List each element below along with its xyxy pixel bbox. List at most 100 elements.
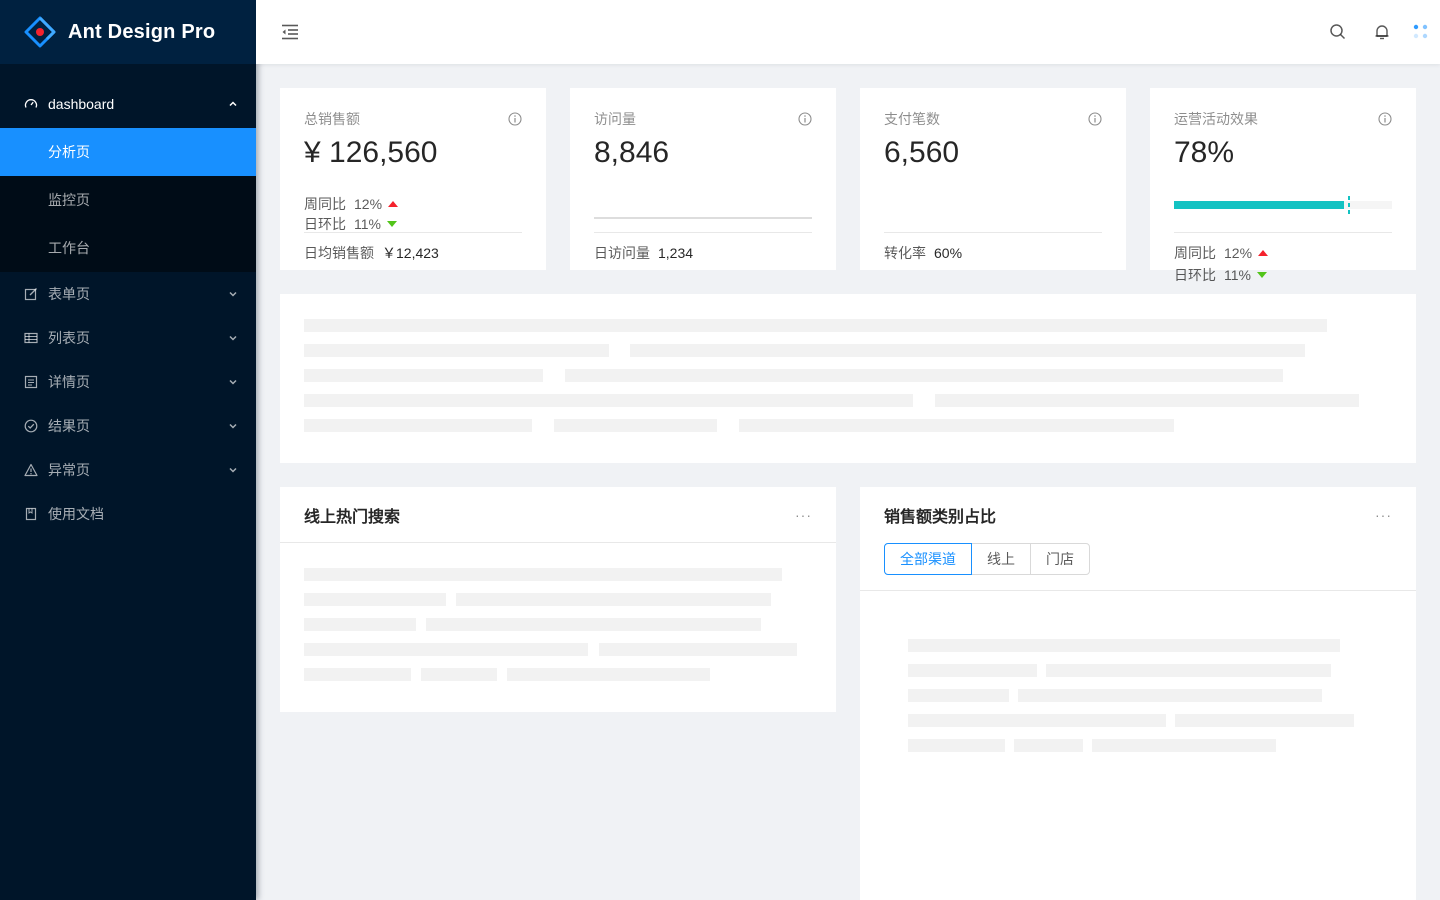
menu-exception-label: 异常页	[48, 462, 90, 478]
operations-day-trend: 日环比 11%	[1174, 264, 1267, 286]
form-icon	[24, 287, 38, 301]
radio-stores[interactable]: 门店	[1030, 543, 1090, 575]
week-value: 12%	[354, 196, 383, 212]
payments-total: 6,560	[884, 136, 960, 169]
skeleton-line	[908, 639, 1340, 652]
bell-icon[interactable]	[1373, 23, 1391, 41]
operations-total: 78%	[1174, 136, 1235, 169]
radio-all-channels[interactable]: 全部渠道	[884, 543, 972, 575]
channel-radio-group: 全部渠道 线上 门店	[884, 543, 1090, 575]
skeleton-line	[304, 369, 543, 382]
logo[interactable]: Ant Design Pro	[0, 0, 256, 64]
chevron-down-icon	[228, 465, 238, 475]
menu-result-label: 结果页	[48, 418, 90, 434]
skeleton-line	[1018, 689, 1322, 702]
skeleton-line	[304, 593, 446, 606]
day-label: 日环比	[304, 216, 346, 232]
info-circle-icon[interactable]	[1088, 112, 1102, 126]
day-label: 日环比	[1174, 267, 1216, 283]
hot-search-title: 线上热门搜索	[304, 508, 401, 526]
top-header	[256, 0, 1440, 64]
ellipsis-icon[interactable]: ···	[1375, 507, 1392, 523]
warning-icon	[24, 463, 38, 477]
skeleton-line	[1092, 739, 1276, 752]
menu-list[interactable]: 列表页	[0, 316, 256, 360]
visits-title: 访问量	[594, 111, 636, 127]
skeleton-line	[426, 618, 761, 631]
menu-workplace-label: 工作台	[48, 240, 90, 256]
chevron-down-icon	[228, 333, 238, 343]
sales-category-title: 销售额类别占比	[884, 509, 997, 526]
ellipsis-icon[interactable]: ···	[795, 507, 812, 523]
info-circle-icon[interactable]	[798, 112, 812, 126]
progress-track	[1174, 196, 1392, 214]
payments-footer-value: 60%	[934, 245, 963, 261]
sales-title: 总销售额	[304, 111, 360, 127]
check-circle-icon	[24, 419, 38, 433]
menu-docs[interactable]: 使用文档	[0, 492, 256, 536]
week-label: 周同比	[304, 196, 346, 212]
operations-progress	[1174, 172, 1392, 218]
menu-exception[interactable]: 异常页	[0, 448, 256, 492]
radio-online[interactable]: 线上	[971, 543, 1031, 575]
menu-analysis-label: 分析页	[48, 144, 90, 160]
skeleton-line	[1014, 739, 1083, 752]
sales-category-card: 销售额类别占比 ··· 全部渠道 线上 门店	[860, 487, 1416, 900]
skeleton-line	[304, 344, 609, 357]
info-circle-icon[interactable]	[508, 112, 522, 126]
skeleton-line	[908, 664, 1037, 677]
visits-footer: 日访问量 1,234	[594, 232, 812, 264]
skeleton-line	[739, 419, 1174, 432]
skeleton-line	[304, 419, 532, 432]
menu-docs-label: 使用文档	[48, 506, 104, 522]
ant-design-logo-icon	[24, 16, 56, 48]
menu-monitor[interactable]: 监控页	[0, 176, 256, 224]
sales-week-trend: 周同比 12%	[304, 194, 399, 214]
sales-footer: 日均销售额 ￥12,423	[304, 232, 522, 264]
operations-footer: 周同比 12% 日环比 11%	[1174, 232, 1392, 286]
sales-trends: 周同比 12% 日环比 11%	[304, 172, 522, 232]
week-value: 12%	[1224, 245, 1253, 261]
info-circle-icon[interactable]	[1378, 112, 1392, 126]
operations-title: 运营活动效果	[1174, 111, 1258, 127]
sales-category-head: 销售额类别占比 ···	[860, 487, 1416, 543]
skeleton-line	[304, 568, 782, 581]
sidebar: Ant Design Pro dashboard 分析页 监控页 工作台 表单页…	[0, 0, 256, 900]
chevron-down-icon	[228, 377, 238, 387]
payments-footer-label: 转化率	[884, 245, 926, 261]
menu-result[interactable]: 结果页	[0, 404, 256, 448]
menu-workplace[interactable]: 工作台	[0, 224, 256, 272]
book-icon	[24, 507, 38, 521]
menu-analysis[interactable]: 分析页	[0, 128, 256, 176]
menu-profile[interactable]: 详情页	[0, 360, 256, 404]
skeleton-line	[1046, 664, 1331, 677]
caret-down-icon	[386, 221, 397, 227]
search-icon[interactable]	[1329, 23, 1347, 41]
menu-dashboard-label: dashboard	[48, 96, 115, 112]
skeleton-line	[304, 319, 1327, 332]
sales-footer-label: 日均销售额	[304, 245, 374, 261]
app-title: Ant Design Pro	[68, 20, 216, 43]
payments-footer: 转化率 60%	[884, 232, 1102, 264]
skeleton-line	[908, 739, 1005, 752]
divider	[860, 590, 1416, 591]
visits-mini-area-line	[594, 217, 812, 219]
menu-fold-icon[interactable]	[280, 22, 300, 42]
skeleton-line	[304, 643, 588, 656]
menu-form[interactable]: 表单页	[0, 272, 256, 316]
progress-target-marker	[1348, 196, 1351, 214]
sales-footer-value: ￥12,423	[382, 245, 439, 261]
skeleton-line	[908, 714, 1166, 727]
table-icon	[24, 331, 38, 345]
skeleton-line	[304, 668, 411, 681]
menu-list-label: 列表页	[48, 330, 90, 346]
chevron-down-icon	[228, 289, 238, 299]
hot-search-head: 线上热门搜索 ···	[280, 487, 836, 543]
menu-dashboard[interactable]: dashboard	[0, 80, 256, 128]
progress-fill	[1174, 201, 1345, 209]
skeleton-line	[599, 643, 797, 656]
visits-footer-value: 1,234	[658, 245, 694, 261]
caret-up-icon	[388, 201, 399, 207]
visits-mini-chart	[594, 172, 812, 219]
caret-down-icon	[1256, 272, 1267, 278]
